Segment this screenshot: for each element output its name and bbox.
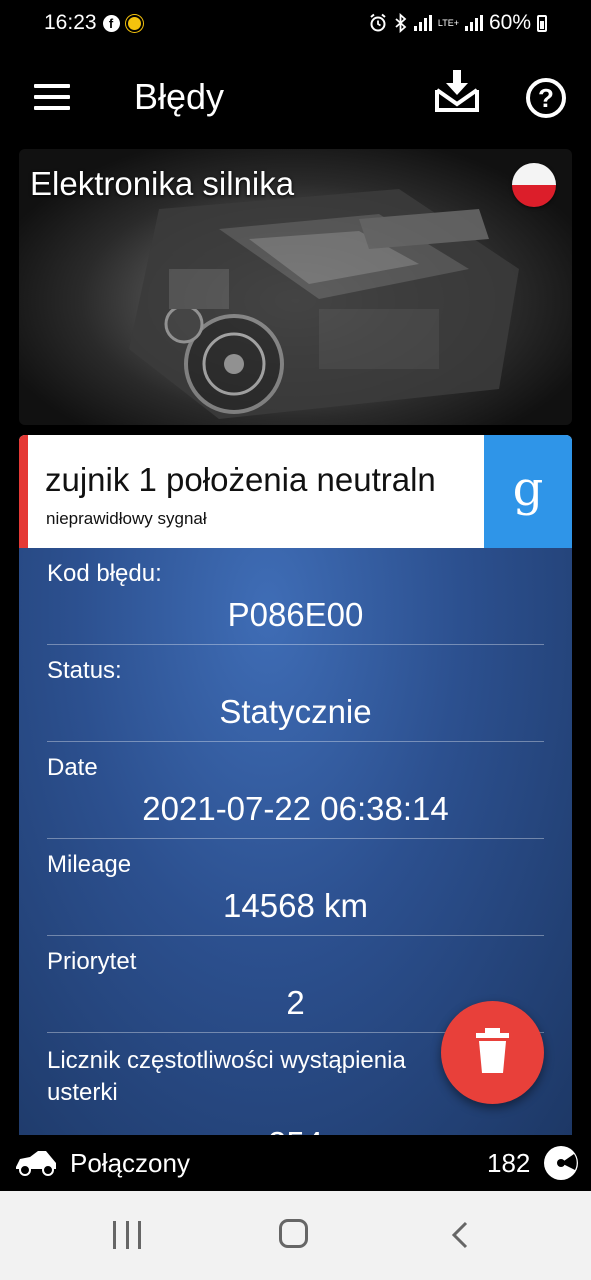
recent-apps-icon[interactable] <box>113 1221 141 1249</box>
ecu-module-card[interactable]: Elektronika silnika <box>19 149 572 425</box>
error-description: nieprawidłowy sygnał <box>46 509 207 528</box>
status-bar: 16:23 f LTE+ 60% <box>0 0 591 46</box>
trash-icon <box>476 1028 509 1073</box>
field-status: Status: Statycznie <box>47 645 544 742</box>
page-title: Błędy <box>134 76 225 117</box>
field-label: Date <box>47 754 98 781</box>
cell-signal-icon <box>464 15 483 31</box>
message-counter: 182 <box>487 1148 531 1178</box>
field-value: P086E00 <box>227 596 364 633</box>
google-icon: g <box>512 460 544 517</box>
bluetooth-icon <box>395 13 407 33</box>
facebook-icon: f <box>102 14 120 32</box>
back-icon[interactable] <box>450 1221 470 1249</box>
field-label: Mileage <box>47 851 132 878</box>
clock: 16:23 <box>44 11 97 34</box>
field-value: Statycznie <box>219 693 372 730</box>
home-icon[interactable] <box>279 1219 308 1248</box>
field-value: 254 <box>47 1125 544 1135</box>
alarm-icon <box>370 13 386 32</box>
severity-indicator <box>19 435 28 548</box>
battery-icon <box>537 14 547 32</box>
status-left: 16:23 f <box>44 11 143 35</box>
lte-indicator: LTE+ <box>437 17 459 28</box>
poland-flag-icon <box>512 163 556 207</box>
error-name: zujnik 1 położenia neutraln <box>45 461 436 498</box>
status-right: LTE+ 60% <box>368 11 547 35</box>
app-bar: Błędy ? <box>0 46 591 148</box>
gauge-icon[interactable] <box>542 1144 580 1182</box>
google-search-button[interactable]: g <box>484 435 572 548</box>
delete-button[interactable] <box>441 1001 544 1104</box>
help-icon[interactable]: ? <box>526 78 566 118</box>
field-code: Kod błędu: P086E00 <box>47 548 544 645</box>
menu-icon[interactable] <box>34 84 70 110</box>
notification-app-icon <box>125 14 143 32</box>
field-value: 2021-07-22 06:38:14 <box>142 790 449 827</box>
connection-bar: Połączony 182 <box>0 1135 591 1191</box>
field-date: Date 2021-07-22 06:38:14 <box>47 742 544 839</box>
car-icon <box>16 1151 56 1176</box>
connection-status: Połączony <box>70 1148 190 1178</box>
field-value: 14568 km <box>223 887 368 924</box>
field-label: Licznik częstotliwości wystąpienia uster… <box>47 1047 406 1106</box>
wifi-calling-signal-icon <box>413 15 432 31</box>
export-download-icon[interactable] <box>434 68 480 114</box>
field-label: Priorytet <box>47 948 137 975</box>
module-title: Elektronika silnika <box>30 165 295 202</box>
error-header: zujnik 1 położenia neutraln nieprawidłow… <box>19 435 572 548</box>
field-mileage: Mileage 14568 km <box>47 839 544 936</box>
system-nav-bar <box>0 1191 591 1280</box>
field-label: Status: <box>47 657 122 684</box>
field-label: Kod błędu: <box>47 560 162 587</box>
battery-percent: 60% <box>488 11 531 34</box>
